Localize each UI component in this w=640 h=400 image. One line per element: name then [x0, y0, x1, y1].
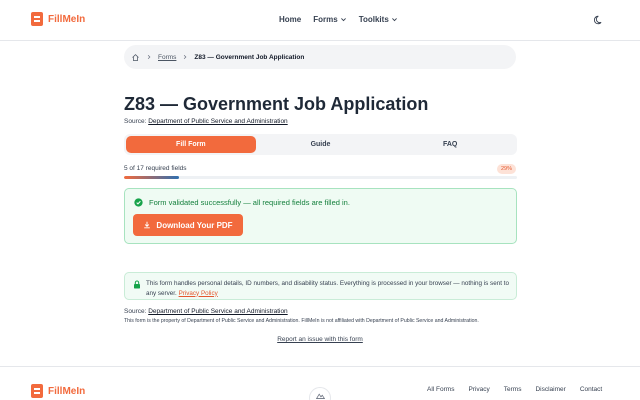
disclaimer-text: This form is the property of Department …: [124, 318, 479, 324]
progress-bar-fill: [124, 176, 180, 179]
footer-link-contact[interactable]: Contact: [580, 386, 602, 393]
mountain-icon: [315, 393, 325, 399]
progress-bar: [124, 176, 517, 179]
validation-success-panel: Form validated successfully — all requir…: [124, 188, 517, 244]
form-logo-icon: [31, 12, 43, 26]
tab-fill-form[interactable]: Fill Form: [126, 136, 256, 153]
nav-toolkits-dropdown[interactable]: Toolkits: [359, 15, 398, 24]
privacy-notice: This form handles personal details, ID n…: [124, 272, 517, 300]
footer-link-terms[interactable]: Terms: [504, 386, 522, 393]
footer-brand[interactable]: FillMeIn: [31, 384, 85, 398]
report-issue-link[interactable]: Report an issue with this form: [277, 336, 363, 343]
download-pdf-button[interactable]: Download Your PDF: [133, 214, 243, 236]
breadcrumb: Forms Z83 — Government Job Application: [124, 45, 516, 69]
nav-home[interactable]: Home: [279, 15, 301, 24]
footer-link-disclaimer[interactable]: Disclaimer: [535, 386, 565, 393]
source-link[interactable]: Department of Public Service and Adminis…: [148, 118, 287, 125]
form-logo-icon: [31, 384, 43, 398]
success-message: Form validated successfully — all requir…: [149, 198, 350, 207]
progress-percent-badge: 29%: [497, 164, 516, 174]
chevron-right-icon: [184, 54, 187, 60]
footer-links: All Forms Privacy Terms Disclaimer Conta…: [427, 386, 602, 393]
lock-icon: [134, 280, 140, 289]
download-icon: [144, 221, 151, 229]
main-nav: Home Forms Toolkits: [279, 15, 398, 24]
form-tabs: Fill Form Guide FAQ: [124, 134, 517, 155]
tab-guide[interactable]: Guide: [256, 136, 386, 153]
chevron-down-icon: [340, 18, 346, 22]
brand-name: FillMeIn: [48, 13, 86, 25]
footer-link-privacy[interactable]: Privacy: [468, 386, 489, 393]
page-title: Z83 — Government Job Application: [124, 94, 429, 114]
source-line-bottom: Source: Department of Public Service and…: [124, 308, 288, 315]
tab-faq[interactable]: FAQ: [385, 136, 515, 153]
footer-divider: [0, 366, 640, 367]
home-icon[interactable]: [131, 53, 140, 62]
source-line: Source: Department of Public Service and…: [124, 118, 288, 125]
chevron-down-icon: [391, 18, 397, 22]
footer-link-all-forms[interactable]: All Forms: [427, 386, 454, 393]
progress-label: 5 of 17 required fields: [124, 165, 187, 172]
chevron-right-icon: [147, 54, 151, 60]
check-circle-icon: [134, 198, 143, 207]
source-link-bottom[interactable]: Department of Public Service and Adminis…: [148, 308, 287, 315]
nav-forms-dropdown[interactable]: Forms: [313, 15, 346, 24]
footer-brand-name: FillMeIn: [48, 385, 86, 397]
site-header: FillMeIn Home Forms Toolkits: [0, 0, 640, 41]
breadcrumb-forms-link[interactable]: Forms: [158, 54, 176, 61]
breadcrumb-current: Z83 — Government Job Application: [194, 53, 305, 61]
scroll-top-button[interactable]: [309, 387, 331, 400]
brand-logo-link[interactable]: FillMeIn: [31, 12, 85, 26]
privacy-policy-link[interactable]: Privacy Policy: [179, 290, 218, 297]
moon-icon[interactable]: [594, 15, 604, 25]
